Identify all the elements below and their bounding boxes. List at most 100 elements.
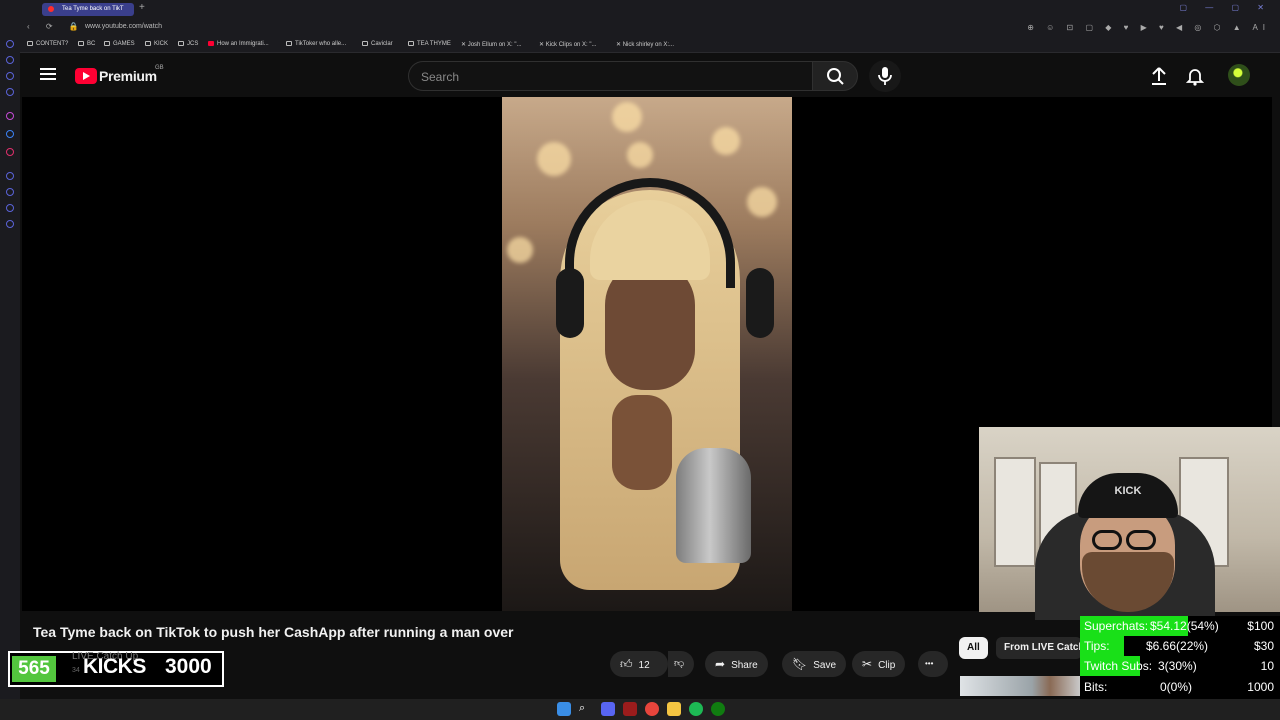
spotify-icon[interactable] xyxy=(689,702,703,716)
bokeh-light xyxy=(712,127,740,155)
messenger-icon[interactable] xyxy=(6,130,14,138)
folder-icon xyxy=(145,41,151,46)
folder-icon xyxy=(104,41,110,46)
sidebar-icon[interactable] xyxy=(6,40,14,48)
video-title: Tea Tyme back on TikTok to push her Cash… xyxy=(33,624,514,640)
bookmark-item[interactable]: CONTENT? xyxy=(27,41,68,47)
studio-microphone xyxy=(676,448,751,563)
chip-all[interactable]: All xyxy=(959,637,988,659)
sidebar-icon[interactable] xyxy=(6,112,14,120)
bookmark-item[interactable]: ✕ Josh Ellum on X: "... xyxy=(461,41,522,48)
bokeh-light xyxy=(537,142,571,176)
bookmark-item[interactable]: BC xyxy=(78,41,95,47)
youtube-icon xyxy=(208,41,214,46)
settings-icon[interactable] xyxy=(6,220,14,228)
file-explorer-icon[interactable] xyxy=(667,702,681,716)
search-button[interactable] xyxy=(812,61,858,91)
save-button[interactable]: 🔖︎ Save xyxy=(782,651,847,677)
stat-row: Twitch Subs: 3(30%) 10 xyxy=(1080,656,1280,676)
clip-button[interactable]: ✂ Clip xyxy=(852,651,906,677)
scissors-icon: ✂ xyxy=(862,657,873,671)
folder-icon xyxy=(362,41,368,46)
more-actions-button[interactable]: ••• xyxy=(918,651,948,677)
extensions-toolbar[interactable]: ⊕ ☺ ⊡ ▢ ◆ ♥ ▶ ♥ ◀ ◎ ⬡ ▲ AI xyxy=(1027,23,1270,32)
bookmark-item[interactable]: KICK xyxy=(145,41,168,47)
folder-icon xyxy=(408,41,414,46)
sidebar-icon[interactable] xyxy=(6,88,14,96)
sidebar-icon[interactable] xyxy=(6,204,14,212)
tab-title: Tea Tyme back on TikT xyxy=(62,6,124,12)
url-field[interactable]: www.youtube.com/watch xyxy=(85,23,162,30)
like-button[interactable]: 👍︎ 12 xyxy=(610,651,668,677)
windows-taskbar xyxy=(0,699,1280,720)
glasses-icon xyxy=(1092,530,1167,552)
sidebar-icon[interactable] xyxy=(6,188,14,196)
bookmark-item[interactable]: TEA THYME xyxy=(408,41,451,47)
search-input[interactable]: Search xyxy=(408,61,812,91)
recommended-thumbnail[interactable] xyxy=(960,676,1080,696)
headphone-earcup xyxy=(746,268,774,338)
search-icon[interactable]: ⌕ xyxy=(579,702,593,716)
upload-icon xyxy=(1152,67,1166,85)
sidebar-icon[interactable] xyxy=(6,72,14,80)
hamburger-menu-icon[interactable] xyxy=(40,68,56,81)
nav-controls[interactable]: ‹ ⟳ 🔒 xyxy=(27,22,86,31)
stat-row: Bits: 0(0%) 1000 xyxy=(1080,677,1280,697)
youtube-favicon-icon xyxy=(48,6,54,12)
stat-label: Superchats: xyxy=(1084,619,1149,633)
instagram-icon[interactable] xyxy=(6,148,14,156)
bokeh-light xyxy=(612,102,642,132)
sidebar-icon[interactable] xyxy=(6,172,14,180)
bookmark-item[interactable]: How an Immigrati... xyxy=(208,41,269,47)
new-tab-button[interactable]: + xyxy=(139,2,145,13)
window-controls[interactable]: ▢ — ▢ ✕ xyxy=(1180,3,1273,12)
thumbs-down-icon: 👎︎ xyxy=(674,658,685,669)
kicks-count: 565 xyxy=(12,656,56,682)
stat-label: Bits: xyxy=(1084,680,1108,694)
notifications-button[interactable] xyxy=(1185,66,1205,91)
youtube-premium-logo[interactable]: Premium xyxy=(75,67,157,85)
stat-goal: 1000 xyxy=(1247,680,1274,694)
bookmark-item[interactable]: GAMES xyxy=(104,41,135,47)
bell-icon xyxy=(1185,69,1205,86)
bokeh-light xyxy=(627,142,653,168)
stat-value: 3(30%) xyxy=(1158,659,1197,673)
dislike-button[interactable]: 👎︎ xyxy=(668,651,694,677)
subscriber-count-behind: 34 xyxy=(72,667,80,674)
thumbs-up-icon: 👍︎ xyxy=(620,657,633,671)
discord-icon[interactable] xyxy=(601,702,615,716)
browser-tab-active[interactable]: Tea Tyme back on TikT xyxy=(42,3,134,16)
x-icon: ✕ xyxy=(461,42,468,48)
stat-goal: $100 xyxy=(1247,619,1274,633)
upload-button[interactable] xyxy=(1150,66,1168,91)
chip-from-channel[interactable]: From LIVE Catch Up xyxy=(996,637,1082,659)
folder-icon xyxy=(78,41,84,46)
browser-sidebar xyxy=(0,19,20,699)
google-icon xyxy=(286,41,292,46)
voice-search-button[interactable] xyxy=(869,60,901,92)
bookmark-item[interactable]: ✕ Kick Clips on X: "... xyxy=(539,41,597,48)
share-button[interactable]: ➦ Share xyxy=(705,651,768,677)
youtube-play-icon xyxy=(75,67,97,84)
bookmark-item[interactable]: JCS xyxy=(178,41,198,47)
search-icon xyxy=(827,68,844,85)
stat-goal: 10 xyxy=(1260,659,1274,673)
video-subject-hand xyxy=(612,395,672,490)
bookmark-item[interactable]: Caviclar xyxy=(362,41,393,47)
stat-value: $54.12(54%) xyxy=(1150,619,1219,633)
stat-row: Superchats: $54.12(54%) $100 xyxy=(1080,616,1280,636)
bookmark-item[interactable]: ✕ Nick shirley on X:... xyxy=(616,41,674,48)
share-icon: ➦ xyxy=(715,657,726,671)
stat-label: Twitch Subs: xyxy=(1084,659,1153,673)
xbox-icon[interactable] xyxy=(711,702,725,716)
browser-icon[interactable] xyxy=(645,702,659,716)
webcam-window xyxy=(994,457,1036,567)
stat-row: Tips: $6.66(22%) $30 xyxy=(1080,636,1280,656)
bookmark-item[interactable]: TikToker who alle... xyxy=(286,41,346,47)
start-icon[interactable] xyxy=(557,702,571,716)
bookmark-icon: 🔖︎ xyxy=(792,657,808,671)
account-avatar[interactable] xyxy=(1228,64,1250,86)
folder-icon xyxy=(178,41,184,46)
app-icon[interactable] xyxy=(623,702,637,716)
sidebar-icon[interactable] xyxy=(6,56,14,64)
